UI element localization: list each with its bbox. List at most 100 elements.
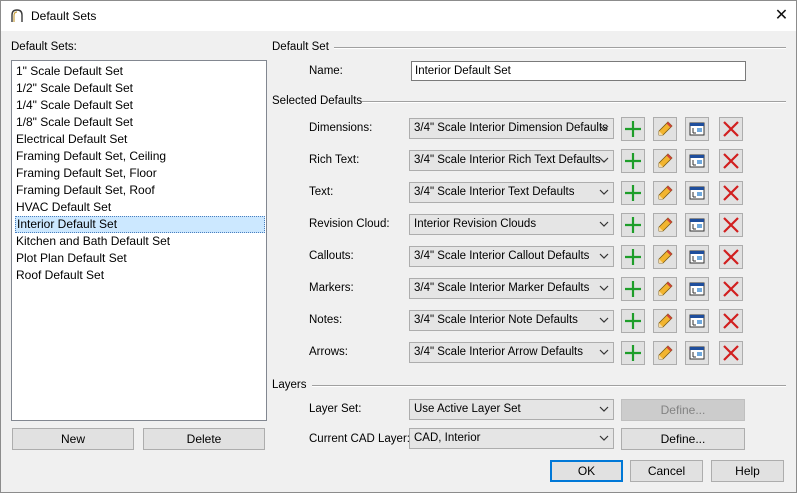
layer-set-define-button[interactable]: Define...: [621, 399, 745, 421]
chevron-down-icon: [599, 406, 609, 412]
default-row-label: Arrows:: [309, 346, 348, 358]
edit-pencil-icon: [658, 153, 673, 168]
delete-default-button[interactable]: [719, 213, 743, 237]
group-divider: [334, 47, 786, 49]
default-row-dropdown[interactable]: 3/4" Scale Interior Dimension Defaults: [409, 118, 614, 139]
add-default-button[interactable]: [621, 277, 645, 301]
default-sets-label: Default Sets:: [11, 41, 77, 53]
add-default-button[interactable]: [621, 213, 645, 237]
delete-default-button[interactable]: [719, 309, 743, 333]
list-item[interactable]: 1/8" Scale Default Set: [15, 114, 265, 131]
edit-default-button[interactable]: [653, 309, 677, 333]
edit-default-button[interactable]: [653, 341, 677, 365]
list-item[interactable]: Plot Plan Default Set: [15, 250, 265, 267]
default-row-dropdown[interactable]: 3/4" Scale Interior Callout Defaults: [409, 246, 614, 267]
open-default-button[interactable]: [685, 245, 709, 269]
delete-x-icon: [723, 217, 739, 233]
ok-button[interactable]: OK: [550, 460, 623, 482]
edit-default-button[interactable]: [653, 181, 677, 205]
default-row-value: 3/4" Scale Interior Note Defaults: [414, 314, 578, 326]
current-cad-layer-label: Current CAD Layer:: [309, 433, 410, 445]
new-button[interactable]: New: [12, 428, 134, 450]
default-row-label: Revision Cloud:: [309, 218, 390, 230]
list-item[interactable]: Interior Default Set: [15, 216, 265, 233]
default-row-dropdown[interactable]: 3/4" Scale Interior Note Defaults: [409, 310, 614, 331]
current-cad-layer-value: CAD, Interior: [414, 432, 481, 444]
chevron-down-icon: [599, 317, 609, 323]
help-button[interactable]: Help: [711, 460, 784, 482]
default-row-dropdown[interactable]: 3/4" Scale Interior Rich Text Defaults: [409, 150, 614, 171]
list-item[interactable]: 1/2" Scale Default Set: [15, 80, 265, 97]
delete-x-icon: [723, 313, 739, 329]
title-bar: Default Sets ✕: [1, 1, 796, 31]
delete-default-button[interactable]: [719, 149, 743, 173]
list-item[interactable]: Framing Default Set, Ceiling: [15, 148, 265, 165]
default-row-label: Text:: [309, 186, 334, 198]
list-item[interactable]: Roof Default Set: [15, 267, 265, 284]
default-row-label: Rich Text:: [309, 154, 360, 166]
list-item[interactable]: 1/4" Scale Default Set: [15, 97, 265, 114]
add-icon: [625, 217, 641, 233]
open-defaults-icon: [689, 314, 705, 328]
cad-layer-define-button[interactable]: Define...: [621, 428, 745, 450]
delete-default-button[interactable]: [719, 181, 743, 205]
open-default-button[interactable]: [685, 117, 709, 141]
default-row-value: 3/4" Scale Interior Callout Defaults: [414, 250, 590, 262]
add-default-button[interactable]: [621, 309, 645, 333]
delete-button[interactable]: Delete: [143, 428, 265, 450]
edit-default-button[interactable]: [653, 277, 677, 301]
close-button[interactable]: ✕: [767, 1, 796, 31]
edit-default-button[interactable]: [653, 213, 677, 237]
window-title: Default Sets: [31, 9, 97, 23]
open-defaults-icon: [689, 122, 705, 136]
default-row-label: Markers:: [309, 282, 354, 294]
open-default-button[interactable]: [685, 149, 709, 173]
current-cad-layer-dropdown[interactable]: CAD, Interior: [409, 428, 614, 449]
open-defaults-icon: [689, 186, 705, 200]
selected-defaults-group-label: Selected Defaults: [272, 95, 363, 107]
open-default-button[interactable]: [685, 309, 709, 333]
list-item[interactable]: 1" Scale Default Set: [15, 63, 265, 80]
list-item[interactable]: HVAC Default Set: [15, 199, 265, 216]
list-item[interactable]: Kitchen and Bath Default Set: [15, 233, 265, 250]
add-default-button[interactable]: [621, 117, 645, 141]
edit-pencil-icon: [658, 217, 673, 232]
delete-default-button[interactable]: [719, 245, 743, 269]
default-row-dropdown[interactable]: 3/4" Scale Interior Arrow Defaults: [409, 342, 614, 363]
edit-pencil-icon: [658, 185, 673, 200]
list-item[interactable]: Electrical Default Set: [15, 131, 265, 148]
list-item[interactable]: Framing Default Set, Roof: [15, 182, 265, 199]
open-default-button[interactable]: [685, 213, 709, 237]
cancel-button[interactable]: Cancel: [630, 460, 703, 482]
name-input[interactable]: Interior Default Set: [411, 61, 746, 81]
list-item[interactable]: Framing Default Set, Floor: [15, 165, 265, 182]
default-row-value: 3/4" Scale Interior Arrow Defaults: [414, 346, 583, 358]
add-default-button[interactable]: [621, 181, 645, 205]
chevron-down-icon: [599, 349, 609, 355]
delete-default-button[interactable]: [719, 117, 743, 141]
default-row-label: Dimensions:: [309, 122, 373, 134]
open-default-button[interactable]: [685, 341, 709, 365]
add-icon: [625, 121, 641, 137]
layer-set-dropdown[interactable]: Use Active Layer Set: [409, 399, 614, 420]
open-default-button[interactable]: [685, 181, 709, 205]
open-default-button[interactable]: [685, 277, 709, 301]
edit-default-button[interactable]: [653, 117, 677, 141]
default-row-dropdown[interactable]: Interior Revision Clouds: [409, 214, 614, 235]
delete-x-icon: [723, 281, 739, 297]
open-defaults-icon: [689, 250, 705, 264]
add-default-button[interactable]: [621, 149, 645, 173]
default-row-dropdown[interactable]: 3/4" Scale Interior Text Defaults: [409, 182, 614, 203]
delete-default-button[interactable]: [719, 277, 743, 301]
add-default-button[interactable]: [621, 245, 645, 269]
open-defaults-icon: [689, 218, 705, 232]
chevron-down-icon: [599, 435, 609, 441]
delete-default-button[interactable]: [719, 341, 743, 365]
app-arch-icon: [11, 9, 23, 22]
default-row-dropdown[interactable]: 3/4" Scale Interior Marker Defaults: [409, 278, 614, 299]
edit-default-button[interactable]: [653, 245, 677, 269]
group-divider: [312, 385, 786, 387]
edit-default-button[interactable]: [653, 149, 677, 173]
add-default-button[interactable]: [621, 341, 645, 365]
default-sets-list[interactable]: 1" Scale Default Set 1/2" Scale Default S…: [11, 60, 267, 421]
